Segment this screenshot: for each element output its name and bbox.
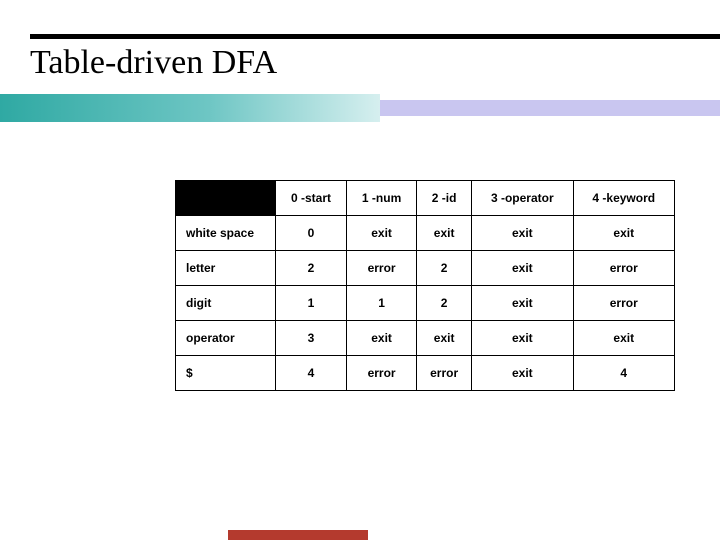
table-row: letter 2 error 2 exit error [176,251,675,286]
cell: error [417,356,472,391]
cell: exit [573,216,674,251]
cell: exit [417,216,472,251]
table-row: digit 1 1 2 exit error [176,286,675,321]
title-underline-accent [0,94,380,122]
row-label: digit [176,286,276,321]
col-header: 2 -id [417,181,472,216]
cell: 2 [276,251,347,286]
cell: exit [417,321,472,356]
table-row: operator 3 exit exit exit exit [176,321,675,356]
table-corner-cell [176,181,276,216]
cell: 1 [347,286,417,321]
cell: 2 [417,286,472,321]
cell: error [573,251,674,286]
row-label: white space [176,216,276,251]
cell: 3 [276,321,347,356]
footer-accent-bar [228,530,368,540]
cell: exit [347,216,417,251]
cell: exit [472,286,573,321]
table-row: white space 0 exit exit exit exit [176,216,675,251]
cell: error [347,251,417,286]
cell: exit [573,321,674,356]
col-header: 4 -keyword [573,181,674,216]
col-header: 1 -num [347,181,417,216]
cell: 4 [276,356,347,391]
title-underline-track [380,100,720,116]
col-header: 3 -operator [472,181,573,216]
cell: error [347,356,417,391]
col-header: 0 -start [276,181,347,216]
cell: 2 [417,251,472,286]
cell: exit [472,216,573,251]
cell: 4 [573,356,674,391]
table-header-row: 0 -start 1 -num 2 -id 3 -operator 4 -key… [176,181,675,216]
row-label: operator [176,321,276,356]
dfa-table-container: 0 -start 1 -num 2 -id 3 -operator 4 -key… [175,180,675,391]
row-label: $ [176,356,276,391]
cell: error [573,286,674,321]
row-label: letter [176,251,276,286]
top-rule [30,34,720,39]
cell: exit [472,356,573,391]
page-title: Table-driven DFA [30,44,277,82]
cell: exit [472,321,573,356]
cell: 0 [276,216,347,251]
cell: exit [472,251,573,286]
dfa-table: 0 -start 1 -num 2 -id 3 -operator 4 -key… [175,180,675,391]
table-row: $ 4 error error exit 4 [176,356,675,391]
cell: 1 [276,286,347,321]
cell: exit [347,321,417,356]
